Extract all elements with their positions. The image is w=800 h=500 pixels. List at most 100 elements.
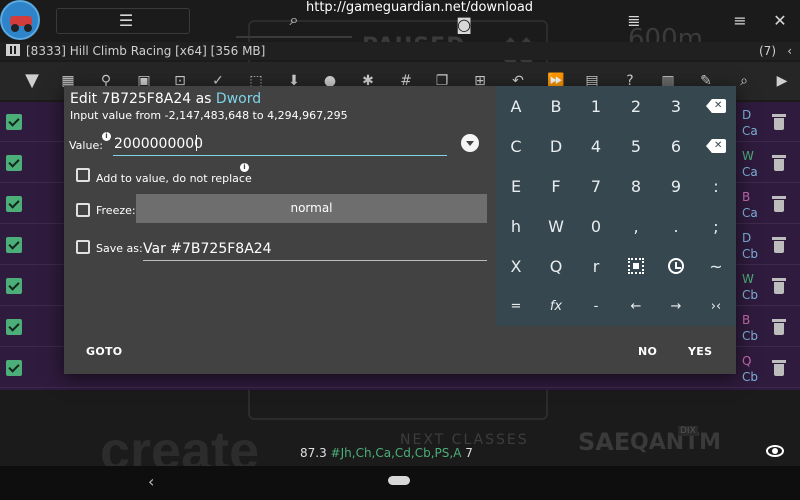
key-comma[interactable]: , bbox=[616, 206, 656, 246]
trash-icon[interactable] bbox=[772, 196, 786, 212]
key-8[interactable]: 8 bbox=[616, 166, 656, 206]
status-value: 87.3 bbox=[300, 446, 327, 460]
browser-url[interactable]: http://gameguardian.net/download bbox=[306, 0, 533, 15]
backspace-key[interactable]: ✕ bbox=[696, 86, 736, 126]
key-period[interactable]: . bbox=[656, 206, 696, 246]
checkbox-checked[interactable] bbox=[6, 319, 22, 335]
key-w[interactable]: W bbox=[536, 206, 576, 246]
region-label: Cb bbox=[742, 247, 758, 261]
trash-icon[interactable] bbox=[772, 114, 786, 130]
trash-icon[interactable] bbox=[772, 155, 786, 171]
key-1[interactable]: 1 bbox=[576, 86, 616, 126]
wheel-icon bbox=[24, 24, 32, 32]
info-icon[interactable]: i bbox=[102, 132, 111, 141]
result-count: (7) bbox=[759, 44, 776, 58]
checkbox-checked[interactable] bbox=[6, 360, 22, 376]
key-e[interactable]: E bbox=[496, 166, 536, 206]
clear-key[interactable]: ✕ bbox=[696, 126, 736, 166]
key-fx[interactable]: fx bbox=[536, 286, 576, 326]
key-2[interactable]: 2 bbox=[616, 86, 656, 126]
key-c[interactable]: C bbox=[496, 126, 536, 166]
key-f[interactable]: F bbox=[536, 166, 576, 206]
type-label: D bbox=[742, 231, 752, 245]
key-5[interactable]: 5 bbox=[616, 126, 656, 166]
process-bar[interactable]: [8333] Hill Climb Racing [x64] [356 MB] … bbox=[0, 42, 800, 60]
add-to-value-label: Add to value, do not replace bbox=[96, 172, 252, 185]
save-as-input[interactable] bbox=[143, 237, 487, 261]
checkbox-checked[interactable] bbox=[6, 196, 22, 212]
type-label: W bbox=[742, 149, 754, 163]
app-icon[interactable] bbox=[0, 0, 40, 40]
menu-icon[interactable]: ≡ bbox=[730, 10, 750, 30]
freeze-mode-select[interactable]: normal bbox=[136, 194, 487, 223]
key-d[interactable]: D bbox=[536, 126, 576, 166]
key-equals[interactable]: = bbox=[496, 286, 536, 326]
home-pill-icon[interactable] bbox=[388, 476, 410, 485]
checkbox-checked[interactable] bbox=[6, 114, 22, 130]
status-regions: Jh,Ch,Ca,Cd,Cb,PS,A bbox=[340, 446, 462, 460]
info-icon[interactable]: i bbox=[240, 163, 249, 172]
checkbox-checked[interactable] bbox=[6, 155, 22, 171]
checkbox-checked[interactable] bbox=[6, 278, 22, 294]
yes-button[interactable]: YES bbox=[688, 345, 712, 358]
dialog-title-type[interactable]: Dword bbox=[216, 91, 261, 107]
key-0[interactable]: 0 bbox=[576, 206, 616, 246]
add-to-value-checkbox[interactable] bbox=[76, 168, 90, 182]
no-button[interactable]: NO bbox=[638, 345, 657, 358]
sliders-icon[interactable]: ☰ bbox=[116, 10, 136, 30]
type-label: D bbox=[742, 108, 752, 122]
edit-value-dialog: Edit 7B725F8A24 as Dword Input value fro… bbox=[64, 86, 736, 374]
history-key[interactable] bbox=[656, 246, 696, 286]
goto-button[interactable]: GOTO bbox=[86, 345, 122, 358]
key-x[interactable]: X bbox=[496, 246, 536, 286]
key-colon[interactable]: : bbox=[696, 166, 736, 206]
key-b[interactable]: B bbox=[536, 86, 576, 126]
checkbox-checked[interactable] bbox=[6, 237, 22, 253]
back-icon[interactable]: ‹ bbox=[148, 472, 154, 491]
filter-icon[interactable]: ▼ bbox=[22, 71, 42, 91]
text-cursor bbox=[196, 135, 197, 151]
key-a[interactable]: A bbox=[496, 86, 536, 126]
freeze-label: Freeze: bbox=[96, 204, 136, 217]
region-label: Cb bbox=[742, 370, 758, 384]
type-label: B bbox=[742, 190, 751, 204]
camera-icon[interactable]: ◙ bbox=[454, 14, 474, 34]
key-tilde[interactable]: ~ bbox=[696, 246, 736, 286]
region-label: Ca bbox=[742, 124, 758, 138]
key-9[interactable]: 9 bbox=[656, 166, 696, 206]
search-icon[interactable]: ⌕ bbox=[734, 71, 754, 91]
system-nav-bar: ‹ bbox=[0, 466, 800, 500]
chevron-down-icon[interactable] bbox=[461, 134, 479, 152]
wheel-icon bbox=[11, 24, 19, 32]
status-line: 87.3 #Jh,Ch,Ca,Cd,Cb,PS,A 7 bbox=[300, 446, 473, 460]
trash-icon[interactable] bbox=[772, 360, 786, 376]
trash-icon[interactable] bbox=[772, 278, 786, 294]
key-r[interactable]: r bbox=[576, 246, 616, 286]
play-icon[interactable]: ▶ bbox=[772, 71, 792, 91]
process-label: [8333] Hill Climb Racing [x64] [356 MB] bbox=[26, 44, 266, 58]
collapse-keyboard-key[interactable]: ›‹ bbox=[696, 286, 736, 326]
key-h[interactable]: h bbox=[496, 206, 536, 246]
arrow-right-key[interactable]: → bbox=[656, 286, 696, 326]
arrow-left-key[interactable]: ← bbox=[616, 286, 656, 326]
value-input[interactable] bbox=[113, 132, 447, 156]
eye-icon[interactable] bbox=[766, 445, 784, 457]
pause-icon[interactable] bbox=[6, 44, 20, 56]
key-semicolon[interactable]: ; bbox=[696, 206, 736, 246]
select-all-key[interactable] bbox=[616, 246, 656, 286]
save-as-checkbox[interactable] bbox=[76, 240, 90, 254]
freeze-checkbox[interactable] bbox=[76, 203, 90, 217]
list-icon[interactable]: ≣ bbox=[624, 10, 644, 30]
value-range-hint: Input value from -2,147,483,648 to 4,294… bbox=[70, 109, 348, 122]
key-3[interactable]: 3 bbox=[656, 86, 696, 126]
key-7[interactable]: 7 bbox=[576, 166, 616, 206]
chevron-icon[interactable]: ‹ bbox=[787, 44, 792, 58]
search-icon[interactable]: ⌕ bbox=[284, 10, 304, 30]
close-icon[interactable]: ✕ bbox=[770, 10, 790, 30]
key-minus[interactable]: - bbox=[576, 286, 616, 326]
key-4[interactable]: 4 bbox=[576, 126, 616, 166]
trash-icon[interactable] bbox=[772, 319, 786, 335]
key-6[interactable]: 6 bbox=[656, 126, 696, 166]
key-q[interactable]: Q bbox=[536, 246, 576, 286]
trash-icon[interactable] bbox=[772, 237, 786, 253]
